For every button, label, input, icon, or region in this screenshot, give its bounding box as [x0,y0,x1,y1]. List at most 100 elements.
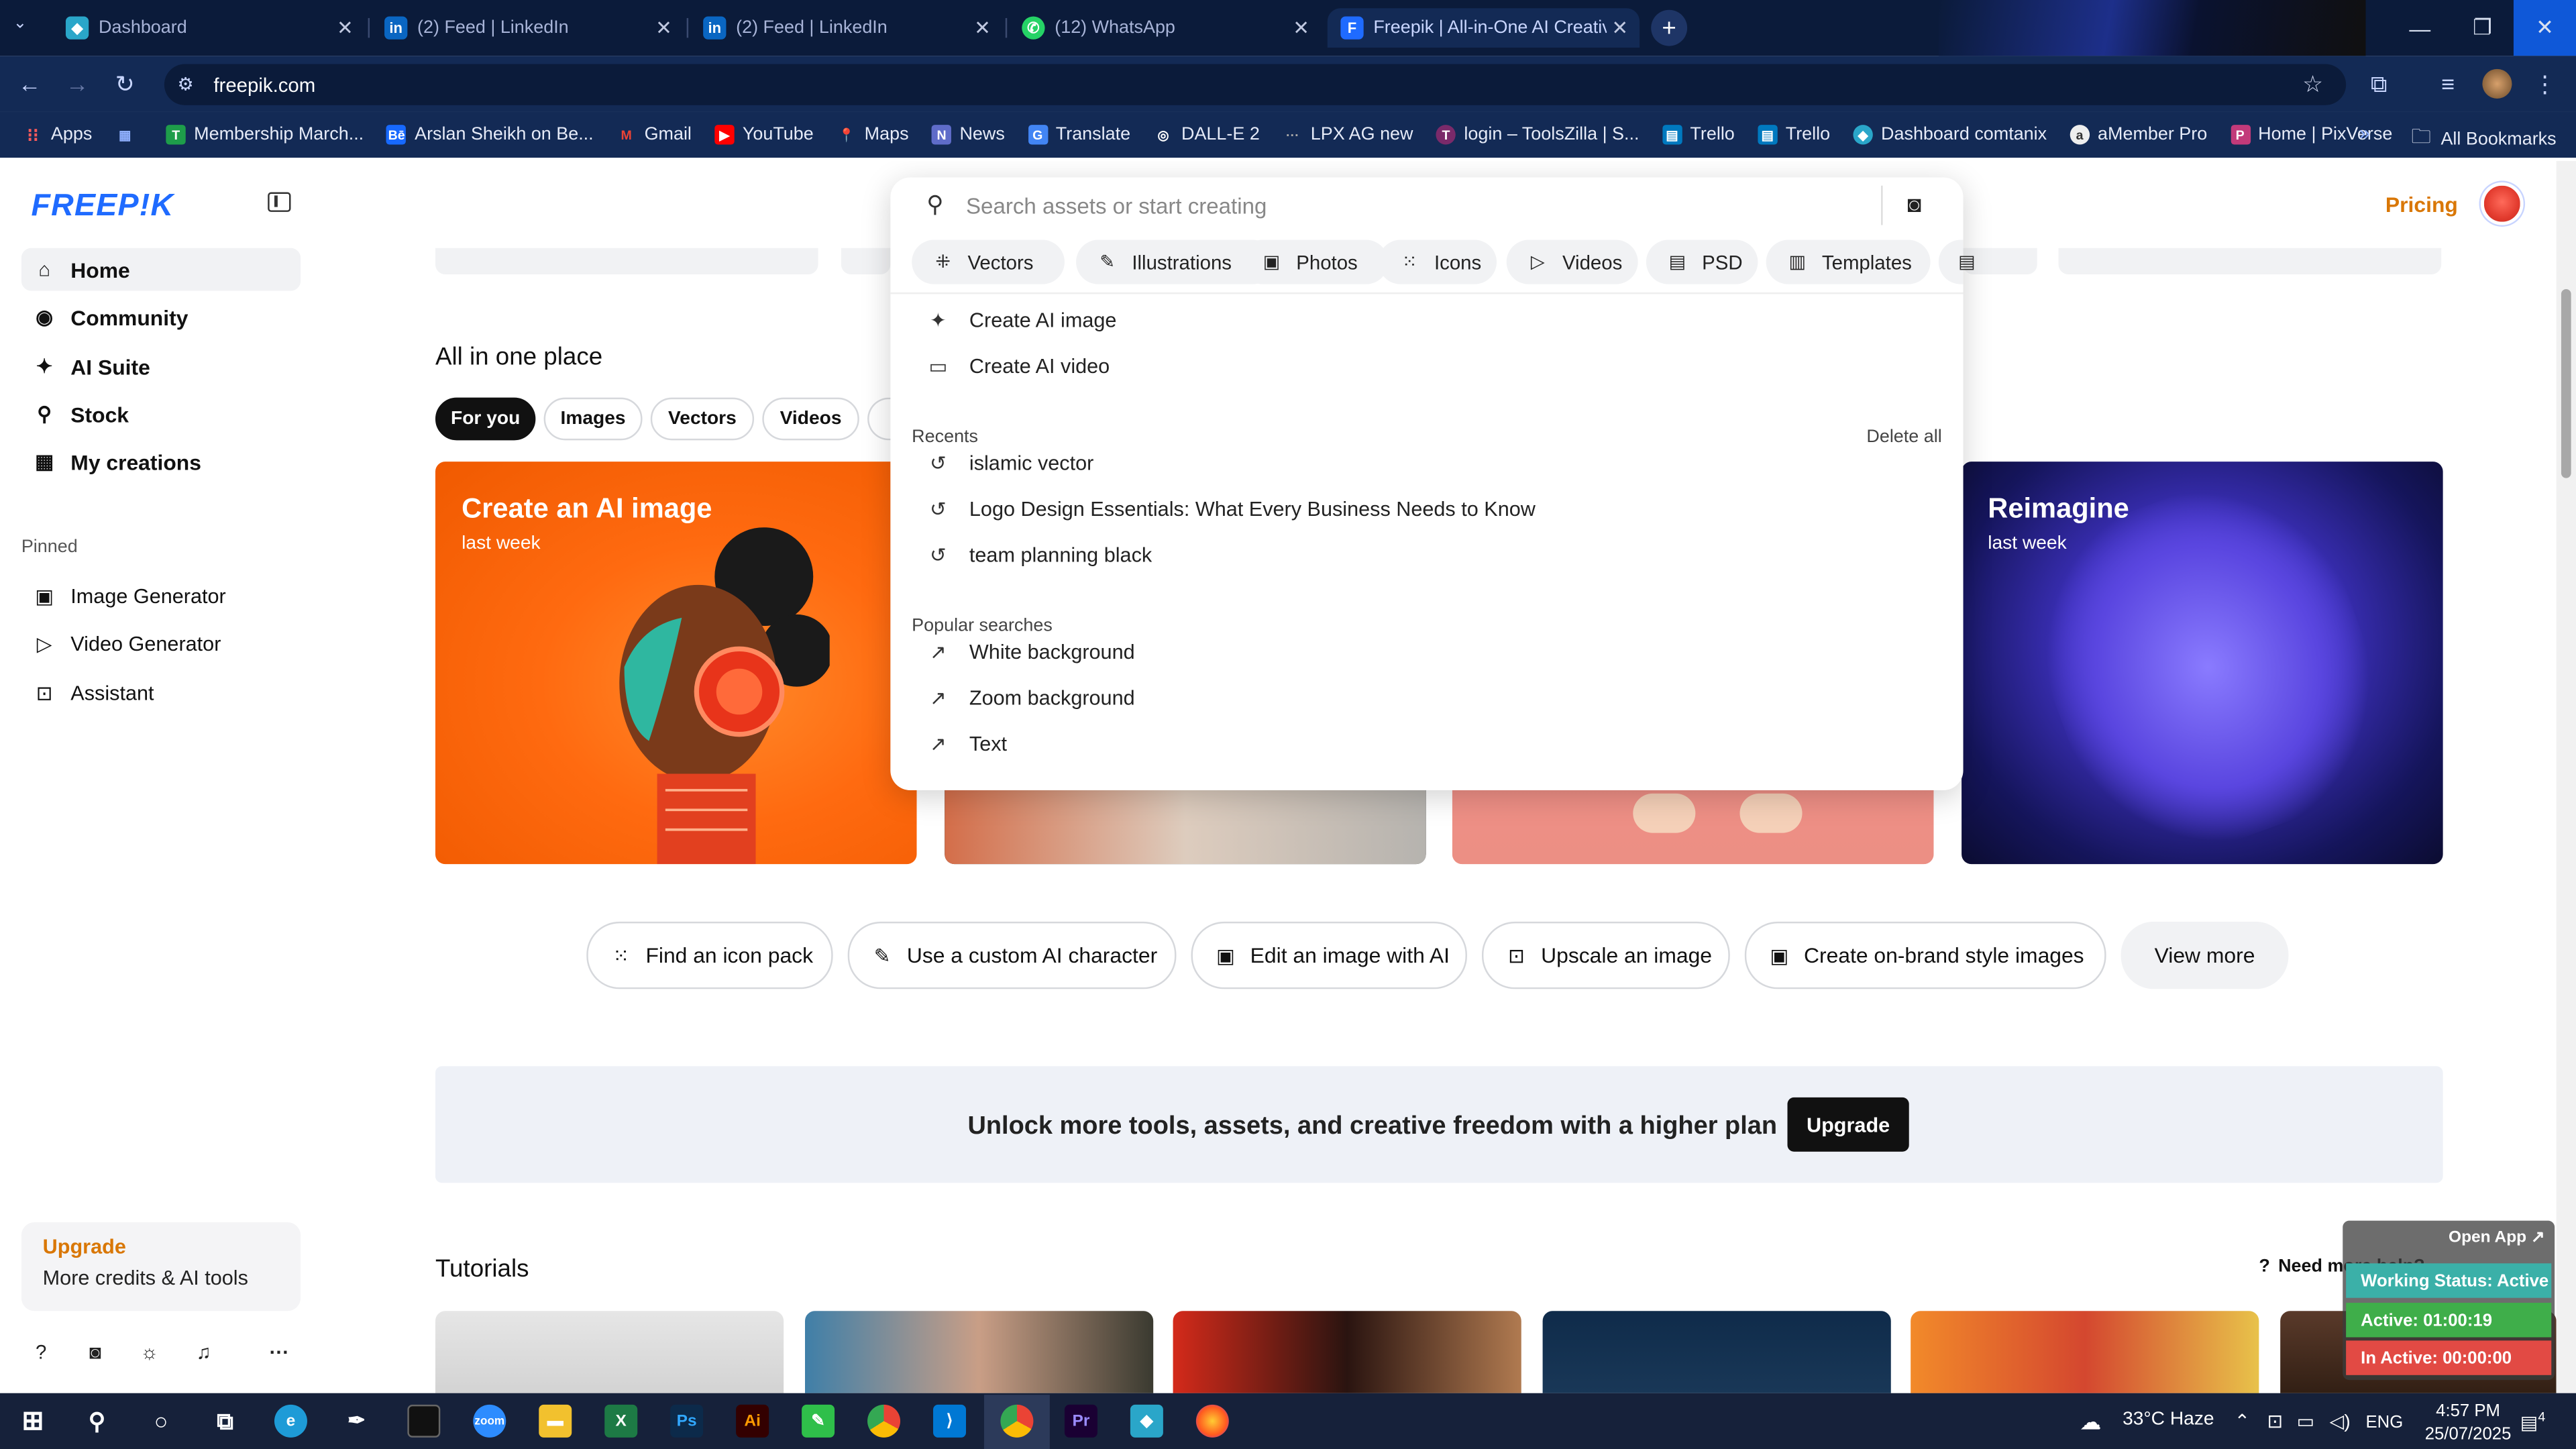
terminal-icon[interactable] [407,1404,441,1438]
find-icon-pack-button[interactable]: ⁙ Find an icon pack [586,921,833,989]
illustrator-icon[interactable]: Ai [736,1404,769,1438]
bookmark-translate[interactable]: G Translate [1028,125,1130,145]
file-explorer-icon[interactable]: ▬ [539,1404,572,1438]
back-icon[interactable]: ← [13,67,46,100]
bookmarks-overflow-icon[interactable]: » [2359,121,2370,144]
delete-all-button[interactable]: Delete all [1866,427,1941,447]
new-tab-button[interactable]: + [1651,9,1688,46]
bookmark-toolszilla[interactable]: Tlogin – ToolsZilla | S... [1436,125,1640,145]
bookmark-apps[interactable]: ⁝⁝ Apps [23,125,92,146]
tutorial-thumbnail[interactable] [435,1311,784,1393]
site-info-icon[interactable]: ⚙ [177,74,203,95]
close-window-button[interactable]: ✕ [2513,0,2576,56]
chip-vectors[interactable]: ⁜ Vectors [912,239,1065,284]
close-icon[interactable]: ✕ [651,16,677,39]
close-icon[interactable]: ✕ [969,16,996,39]
pinned-video-generator[interactable]: ▷ Video Generator [21,625,301,664]
open-app-link[interactable]: Open App ↗ [2449,1229,2544,1247]
weather-icon[interactable]: ☁ [2080,1409,2101,1436]
bookmark-trello-2[interactable]: ▤ Trello [1758,125,1830,145]
volume-icon[interactable]: ◁) [2330,1409,2351,1432]
chip-videos[interactable]: ▷ Videos [1506,239,1638,284]
all-bookmarks-button[interactable]: 🗀 All Bookmarks [2411,121,2556,156]
tab-whatsapp[interactable]: ✆ (12) WhatsApp ✕ [1009,8,1321,48]
system-clock[interactable]: 4:57 PM 25/07/2025 [2425,1400,2512,1446]
chip-photos[interactable]: ▣ Photos [1240,239,1389,284]
bookmark-behance[interactable]: Bē Arslan Sheikh on Be... [386,125,594,145]
sidebar-item-ai-suite[interactable]: ✦ AI Suite [21,345,301,388]
weather-text[interactable]: 33°C Haze [2123,1409,2214,1429]
task-view-icon[interactable]: ⧉ [209,1405,241,1438]
pricing-link[interactable]: Pricing [2385,193,2458,217]
pen-icon[interactable]: ✒ [340,1405,373,1438]
bell-icon[interactable]: ♫ [193,1340,215,1363]
profile-avatar[interactable] [2482,68,2512,99]
pinned-assistant[interactable]: ⊡ Assistant [21,674,301,713]
recent-item[interactable]: ↺ islamic vector [926,445,1912,482]
bookmark-gmail[interactable]: M Gmail [616,125,691,144]
search-icon[interactable]: ⚲ [80,1405,113,1438]
edge-icon[interactable]: e [274,1404,307,1438]
discord-icon[interactable]: ◙ [84,1340,107,1363]
excel-icon[interactable]: X [604,1404,638,1438]
chrome-active-icon[interactable] [1000,1404,1034,1438]
view-more-button[interactable]: View more [2121,921,2289,989]
windows-start-icon[interactable]: ⊞ [16,1405,49,1438]
bookmark-dalle[interactable]: ◎ DALL-E 2 [1153,125,1259,144]
bookmark-youtube[interactable]: ▶ YouTube [714,125,814,145]
display-icon[interactable]: ▭ [2297,1409,2315,1432]
create-ai-video-option[interactable]: ▭ Create AI video [926,348,1912,384]
custom-ai-character-button[interactable]: ✎ Use a custom AI character [847,921,1177,989]
chip-more[interactable]: ▤ [1938,239,1976,284]
zoom-icon[interactable]: zoom [473,1404,506,1438]
card-create-ai-image[interactable]: Create an AI image last week [435,462,917,865]
tutorial-thumbnail[interactable] [1542,1311,1891,1393]
upgrade-card[interactable]: Upgrade More credits & AI tools [21,1222,301,1311]
sidebar-toggle-icon[interactable] [268,192,291,212]
sidebar-item-community[interactable]: ◉ Community [21,296,301,339]
filter-vectors[interactable]: Vectors [650,397,755,441]
scrollbar-thumb[interactable] [2561,289,2571,478]
tab-search-icon[interactable]: ⌄ [13,15,28,33]
forward-icon[interactable]: → [61,67,94,100]
theme-sun-icon[interactable]: ☼ [138,1340,161,1363]
filter-for-you[interactable]: For you [435,397,536,441]
bookmark-comtanix[interactable]: ◆ Dashboard comtanix [1853,125,2047,145]
tab-linkedin-1[interactable]: in (2) Feed | LinkedIn ✕ [371,8,683,48]
extensions-icon[interactable]: ⧉ [2363,67,2396,100]
sidebar-item-stock[interactable]: ⚲ Stock [21,392,301,435]
close-icon[interactable]: ✕ [1607,16,1633,39]
bookmark-maps[interactable]: 📍 Maps [837,125,909,144]
filter-images[interactable]: Images [543,397,643,441]
photoshop-icon[interactable]: Ps [670,1404,704,1438]
premiere-icon[interactable]: Pr [1064,1404,1097,1438]
filter-videos[interactable]: Videos [762,397,859,441]
tutorial-thumbnail[interactable] [805,1311,1154,1393]
recent-item[interactable]: ↺ Logo Design Essentials: What Every Busi… [926,491,1912,527]
chip-psd[interactable]: ▤ PSD [1646,239,1758,284]
reading-list-icon[interactable]: ≡ [2431,67,2464,100]
firefox-icon[interactable] [1195,1404,1229,1438]
more-icon[interactable]: ··· [268,1340,290,1363]
bookmark-star-icon[interactable]: ☆ [2302,70,2323,99]
upscale-image-button[interactable]: ⊡ Upscale an image [1481,921,1730,989]
close-icon[interactable]: ✕ [332,16,358,39]
tutorial-thumbnail[interactable] [1173,1311,1521,1393]
reload-icon[interactable]: ↻ [109,67,142,100]
freepik-logo[interactable]: FREEP!K [32,189,174,225]
on-brand-images-button[interactable]: ▣ Create on-brand style images [1744,921,2106,989]
bookmark-membership[interactable]: T Membership March... [166,125,364,145]
recent-item[interactable]: ↺ team planning black [926,537,1912,574]
tab-linkedin-2[interactable]: in (2) Feed | LinkedIn ✕ [690,8,1002,48]
bookmark-news[interactable]: N News [931,125,1005,145]
popular-item[interactable]: ↗ Zoom background [926,680,1912,716]
tab-freepik[interactable]: F Freepik | All-in-One AI Creative ✕ [1327,8,1640,48]
bookmark-trello-1[interactable]: ▤ Trello [1662,125,1735,145]
chip-templates[interactable]: ▥ Templates [1766,239,1931,284]
camera-search-icon[interactable]: ◙ [1907,191,1921,217]
bookmark-grid[interactable]: ▦ [115,125,144,144]
page-scrollbar[interactable] [2556,161,2576,1393]
popular-item[interactable]: ↗ White background [926,634,1912,670]
close-icon[interactable]: ✕ [1288,16,1314,39]
tab-dashboard[interactable]: ◆ Dashboard ✕ [52,8,364,48]
